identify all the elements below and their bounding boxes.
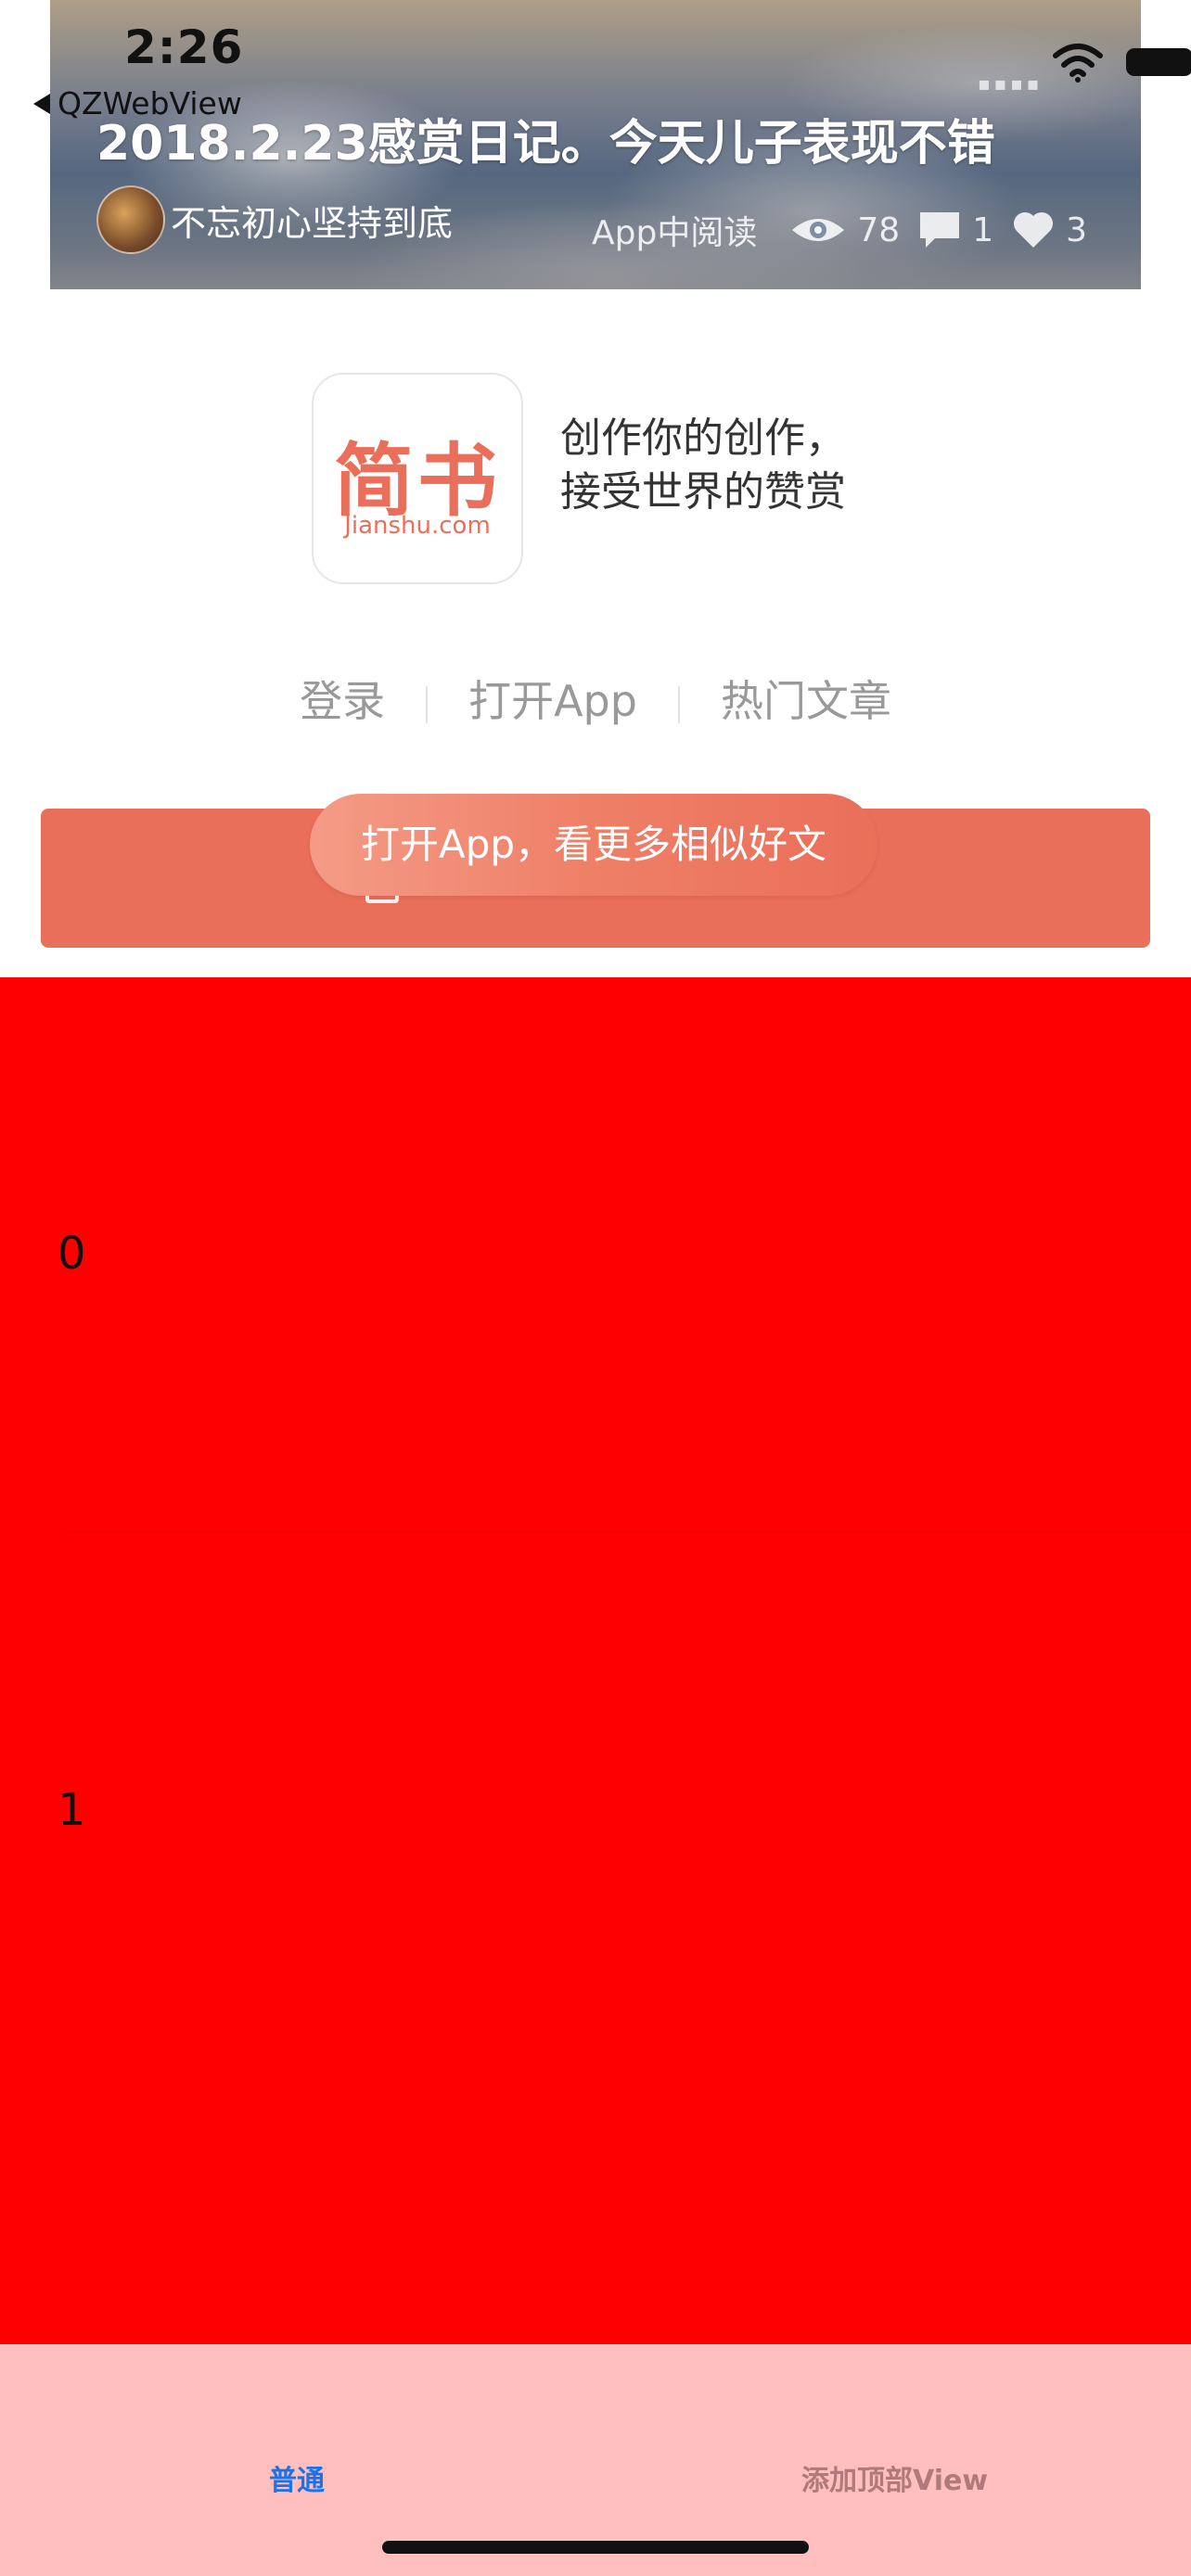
likes-count: 3 [1066, 210, 1087, 249]
open-app-link[interactable]: 打开App [468, 676, 637, 726]
slogan-line-1: 创作你的创作， [560, 414, 846, 462]
home-indicator[interactable] [382, 2541, 809, 2554]
author-avatar[interactable] [96, 185, 165, 254]
back-arrow-icon [33, 93, 50, 114]
battery-icon [1126, 48, 1191, 76]
tab-add-top-view[interactable]: 添加顶部View [801, 2457, 988, 2498]
status-bar-time: 2:26 [124, 20, 244, 74]
read-in-app-link[interactable]: App中阅读 [592, 206, 757, 254]
article-meta: App中阅读 78 1 3 [592, 206, 1095, 254]
open-app-pill-button[interactable]: 打开App，看更多相似好文 [310, 794, 877, 896]
link-divider [677, 685, 680, 723]
logo-sub-text: Jianshu.com [344, 512, 491, 540]
eye-icon [792, 219, 845, 241]
author-name[interactable]: 不忘初心坚持到底 [171, 195, 453, 246]
comments-count: 1 [972, 210, 994, 249]
slogan-line-2: 接受世界的赞赏 [560, 468, 846, 516]
jianshu-logo: 简书 Jianshu.com [312, 373, 523, 584]
table-row-label: 1 [58, 1784, 86, 1836]
table-view[interactable]: 0 1 [0, 977, 1191, 2344]
views-count: 78 [857, 210, 901, 249]
comment-icon [920, 212, 960, 248]
wifi-icon [1053, 44, 1103, 83]
cellular-signal-icon: ▪▪▪▪ [978, 72, 1044, 95]
login-link[interactable]: 登录 [300, 676, 385, 726]
promo-links: 登录 打开App 热门文章 [0, 668, 1191, 729]
row-separator [65, 1531, 1191, 1532]
hot-articles-link[interactable]: 热门文章 [721, 676, 891, 726]
tab-normal[interactable]: 普通 [269, 2457, 325, 2498]
heart-icon [1014, 211, 1054, 248]
article-title: 2018.2.23感赏日记。今天儿子表现不错 [96, 116, 995, 172]
table-row-label: 0 [58, 1228, 86, 1280]
promo-slogan: 创作你的创作， 接受世界的赞赏 [560, 412, 846, 519]
link-divider [426, 685, 429, 723]
